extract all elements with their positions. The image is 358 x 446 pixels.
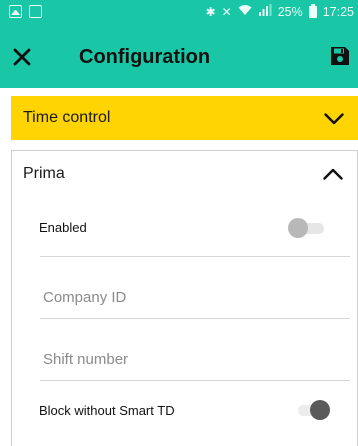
prima-section: Prima Enabled Company ID Shift number Bl… [11,150,358,446]
time-control-label: Time control [23,109,111,126]
battery-percent: 25% [277,4,303,19]
enabled-toggle-thumb [288,218,308,238]
company-id-underline [40,318,350,319]
page-title: Configuration [79,46,211,68]
close-icon[interactable] [9,44,35,70]
divider [40,256,350,257]
save-icon[interactable] [330,46,350,66]
image-notification-icon [9,5,22,18]
status-bar: ✱ ✕ 25% 17:25 [0,0,358,26]
app-toolbar: Configuration [0,26,358,88]
configuration-screen: ✱ ✕ 25% 17:25 Configuration Time control… [0,0,358,446]
chevron-down-icon[interactable] [324,112,344,125]
prima-title: Prima [23,165,65,182]
app-notification-icon [29,5,42,18]
bluetooth-icon: ✱ [205,4,216,19]
time-control-section[interactable]: Time control [11,96,358,140]
company-id-field[interactable]: Company ID [43,289,126,306]
chevron-up-icon[interactable] [323,167,343,180]
block-toggle-thumb [310,400,330,420]
status-time: 17:25 [322,4,354,19]
shift-number-field[interactable]: Shift number [43,351,128,368]
wifi-icon [238,4,252,19]
enabled-label: Enabled [39,220,87,235]
shift-number-underline [40,380,350,381]
signal-icon [258,4,272,19]
system-icons: ✱ ✕ 25% 17:25 [205,3,354,19]
battery-icon [308,3,317,18]
enabled-toggle[interactable] [288,218,328,238]
notification-icons [9,5,42,18]
block-without-smart-td-label: Block without Smart TD [39,403,175,418]
block-without-smart-td-toggle[interactable] [292,400,332,420]
mute-icon: ✕ [221,4,232,19]
